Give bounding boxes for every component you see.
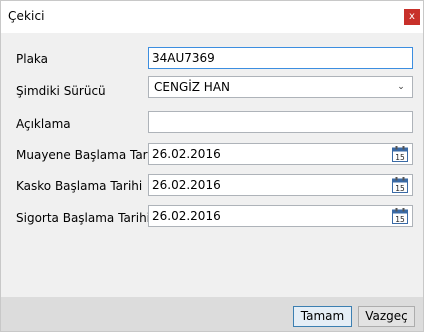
surucu-select[interactable]: CENGİZ HAN ⌄ (148, 76, 413, 98)
chevron-down-icon[interactable]: ⌄ (396, 77, 406, 97)
ok-button[interactable]: Tamam (293, 306, 352, 327)
surucu-value: CENGİZ HAN (154, 80, 231, 94)
cancel-button[interactable]: Vazgeç (358, 306, 415, 327)
plaka-label: Plaka (16, 52, 49, 66)
calendar-day-text: 15 (395, 184, 405, 193)
kasko-label: Kasko Başlama Tarihi (16, 179, 143, 193)
aciklama-input[interactable] (148, 111, 413, 133)
sigorta-date-picker[interactable]: 26.02.2016 15 (148, 205, 413, 227)
calendar-icon[interactable]: 15 (392, 146, 408, 162)
surucu-label: Şimdiki Sürücü (16, 84, 106, 98)
sigorta-label: Sigorta Başlama Tarihi (16, 211, 151, 225)
muayene-value: 26.02.2016 (152, 147, 221, 161)
dialog-window: Çekici x Plaka 34AU7369 Şimdiki Sürücü C… (0, 0, 424, 332)
kasko-date-picker[interactable]: 26.02.2016 15 (148, 174, 413, 196)
calendar-day-text: 15 (395, 215, 405, 224)
kasko-value: 26.02.2016 (152, 178, 221, 192)
plaka-value: 34AU7369 (152, 51, 215, 65)
muayene-date-picker[interactable]: 26.02.2016 15 (148, 143, 413, 165)
title-bar: Çekici x (1, 1, 423, 33)
calendar-icon[interactable]: 15 (392, 208, 408, 224)
sigorta-value: 26.02.2016 (152, 209, 221, 223)
aciklama-label: Açıklama (16, 117, 71, 131)
close-button[interactable]: x (404, 9, 420, 25)
button-bar: Tamam Vazgeç (1, 297, 423, 331)
muayene-label: Muayene Başlama Tarihi (16, 148, 162, 162)
window-title: Çekici (8, 9, 45, 23)
form-area: Plaka 34AU7369 Şimdiki Sürücü CENGİZ HAN… (1, 33, 423, 297)
calendar-icon[interactable]: 15 (392, 177, 408, 193)
calendar-day-text: 15 (395, 153, 405, 162)
plaka-input[interactable]: 34AU7369 (148, 47, 413, 69)
